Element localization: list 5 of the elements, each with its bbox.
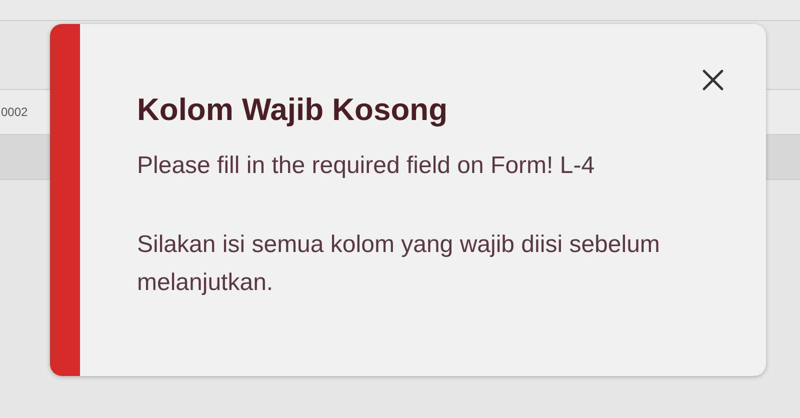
- close-button[interactable]: [702, 69, 724, 91]
- toast-detail: Silakan isi semua kolom yang wajib diisi sebelum melanjutkan.: [137, 230, 661, 298]
- toast-title: Kolom Wajib Kosong: [137, 92, 449, 128]
- toast-message: Please fill in the required field on Form! L-4: [137, 152, 596, 180]
- table-cell: 0002: [1, 105, 28, 119]
